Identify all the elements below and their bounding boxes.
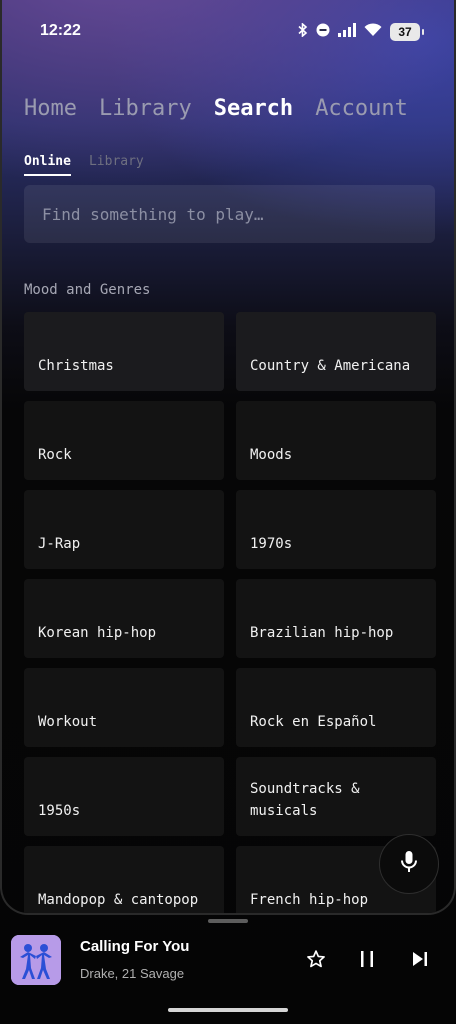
genre-tile[interactable]: 1970s xyxy=(236,490,436,569)
nav-account[interactable]: Account xyxy=(315,96,408,121)
do-not-disturb-icon xyxy=(316,22,330,41)
genre-label: Mandopop & cantopop xyxy=(38,892,199,908)
genre-grid: Christmas Country & Americana Rock Moods… xyxy=(24,312,436,913)
genre-label: Country & Americana xyxy=(250,358,411,374)
favorite-button[interactable] xyxy=(303,948,329,974)
genre-label: Christmas xyxy=(38,358,114,374)
top-navigation: Home Library Search Account xyxy=(24,96,408,121)
main-panel: 12:22 37 Home Library Search Account Onl… xyxy=(0,0,456,915)
search-placeholder: Find something to play… xyxy=(42,204,264,224)
genre-tile[interactable]: Workout xyxy=(24,668,224,747)
bluetooth-icon xyxy=(298,22,308,41)
genre-label: Brazilian hip-hop xyxy=(250,625,394,641)
genre-tile[interactable]: Mandopop & cantopop xyxy=(24,846,224,913)
pause-button[interactable] xyxy=(354,948,380,974)
genre-label: Korean hip-hop xyxy=(38,625,157,641)
genre-label: Rock en Español xyxy=(250,714,377,730)
genre-label: 1970s xyxy=(250,536,293,552)
genre-tile[interactable]: Moods xyxy=(236,401,436,480)
battery-icon: 37 xyxy=(390,22,424,41)
genre-tile[interactable]: 1950s xyxy=(24,757,224,836)
skip-next-icon xyxy=(411,950,429,972)
genre-label: J-Rap xyxy=(38,536,81,552)
next-track-button[interactable] xyxy=(407,948,433,974)
genre-tile[interactable]: J-Rap xyxy=(24,490,224,569)
gesture-home-bar[interactable] xyxy=(168,1008,288,1012)
genre-label: Moods xyxy=(250,447,293,463)
genre-label: Soundtracks & musicals xyxy=(250,781,360,819)
tab-online[interactable]: Online xyxy=(24,154,71,176)
wifi-icon xyxy=(364,22,382,41)
search-source-tabs: Online Library xyxy=(24,154,144,176)
section-title: Mood and Genres xyxy=(24,282,151,298)
genre-tile[interactable]: Soundtracks & musicals xyxy=(236,757,436,836)
genre-tile[interactable]: Brazilian hip-hop xyxy=(236,579,436,658)
track-artist: Drake, 21 Savage xyxy=(80,966,185,981)
genre-label: Workout xyxy=(38,714,98,730)
player-drag-handle[interactable] xyxy=(208,919,248,923)
voice-search-button[interactable] xyxy=(379,834,439,894)
album-art xyxy=(11,935,61,985)
genre-label: 1950s xyxy=(38,803,81,819)
nav-search[interactable]: Search xyxy=(214,96,293,121)
genre-tile[interactable]: Country & Americana xyxy=(236,312,436,391)
status-time: 12:22 xyxy=(40,22,81,39)
genre-tile[interactable]: Christmas xyxy=(24,312,224,391)
nav-library[interactable]: Library xyxy=(99,96,192,121)
search-input[interactable]: Find something to play… xyxy=(24,185,435,243)
microphone-icon xyxy=(400,850,418,878)
status-icons: 37 xyxy=(298,22,424,41)
signal-icon xyxy=(338,22,356,41)
star-icon xyxy=(306,949,326,973)
genre-tile[interactable]: Rock xyxy=(24,401,224,480)
mini-player[interactable]: Calling For You Drake, 21 Savage xyxy=(0,926,456,996)
pause-icon xyxy=(359,950,375,972)
genre-tile[interactable]: Korean hip-hop xyxy=(24,579,224,658)
track-title: Calling For You xyxy=(80,938,190,955)
status-bar: 12:22 37 xyxy=(2,0,454,64)
nav-home[interactable]: Home xyxy=(24,96,77,121)
genre-label: Rock xyxy=(38,447,72,463)
tab-library[interactable]: Library xyxy=(89,154,144,176)
genre-tile[interactable]: Rock en Español xyxy=(236,668,436,747)
